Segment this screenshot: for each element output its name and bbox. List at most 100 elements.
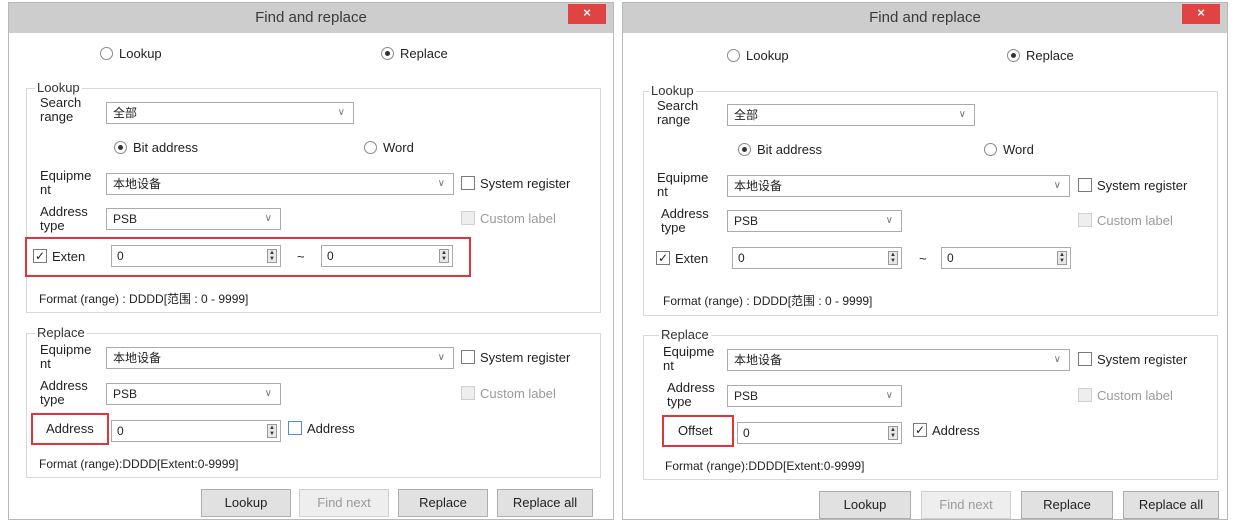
- chevron-down-icon: ∨: [885, 390, 893, 401]
- replace-equipment-label: Equipme nt: [40, 342, 92, 371]
- close-button[interactable]: ×: [1182, 4, 1220, 24]
- replace-address-value: 0: [117, 424, 124, 438]
- mode-replace-radio[interactable]: [381, 47, 394, 60]
- exten-to-stepper[interactable]: 0 ▲ ▼: [941, 247, 1071, 269]
- system-register-checkbox[interactable]: [461, 176, 475, 190]
- custom-label-checkbox[interactable]: [1078, 213, 1092, 227]
- exten-to-stepper[interactable]: 0 ▲ ▼: [321, 245, 453, 267]
- dialog-title: Find and replace: [869, 9, 981, 26]
- custom-label-text: Custom label: [1097, 213, 1173, 228]
- replace-address-type-select[interactable]: PSB ∨: [106, 383, 281, 405]
- chevron-down-icon: ∨: [437, 352, 445, 363]
- search-range-select[interactable]: 全部 ∨: [106, 102, 354, 124]
- dialog-titlebar: Find and replace: [9, 3, 613, 33]
- find-replace-dialog-right: Find and replace × Lookup Replace Lookup…: [622, 2, 1228, 520]
- address-type-label: Address type: [40, 204, 88, 233]
- search-range-select[interactable]: 全部 ∨: [727, 104, 975, 126]
- replace-custom-label-text: Custom label: [1097, 388, 1173, 403]
- equipment-label: Equipme nt: [40, 168, 92, 197]
- word-radio[interactable]: [364, 141, 377, 154]
- replace-address-check-label: Address: [307, 421, 355, 436]
- lookup-group-title: Lookup: [649, 83, 696, 98]
- search-range-label: Search range: [40, 95, 82, 124]
- chevron-down-icon: ∨: [1053, 180, 1061, 191]
- spin-arrows-icon[interactable]: ▲ ▼: [1057, 251, 1067, 265]
- replace-address-label: Address: [46, 421, 94, 436]
- replace-format-text: Format (range):DDDD[Extent:0-9999]: [39, 457, 239, 471]
- spin-arrows-icon[interactable]: ▲ ▼: [888, 426, 898, 440]
- custom-label-text: Custom label: [480, 211, 556, 226]
- spin-arrows-icon[interactable]: ▲ ▼: [888, 251, 898, 265]
- replace-equipment-value: 本地设备: [734, 353, 783, 367]
- address-type-label: Address type: [661, 206, 709, 235]
- replace-address-type-select[interactable]: PSB ∨: [727, 385, 902, 407]
- replace-format-text: Format (range):DDDD[Extent:0-9999]: [665, 459, 865, 473]
- replace-address-stepper[interactable]: 0 ▲ ▼: [111, 420, 281, 442]
- equipment-label: Equipme nt: [657, 170, 709, 199]
- equipment-value: 本地设备: [113, 177, 162, 191]
- replace-offset-value: 0: [743, 426, 750, 440]
- replace-all-button[interactable]: Replace all: [497, 489, 593, 517]
- chevron-down-icon: ∨: [885, 215, 893, 226]
- mode-replace-label: Replace: [1026, 48, 1074, 63]
- replace-equipment-value: 本地设备: [113, 351, 162, 365]
- exten-from-value: 0: [117, 249, 124, 263]
- mode-lookup-radio[interactable]: [100, 47, 113, 60]
- lookup-format-text: Format (range) : DDDD[范围 : 0 - 9999]: [663, 294, 873, 308]
- search-range-value: 全部: [734, 108, 759, 122]
- exten-checkbox[interactable]: ✓: [33, 249, 47, 263]
- replace-system-register-checkbox[interactable]: [1078, 352, 1092, 366]
- replace-custom-label-checkbox[interactable]: [1078, 388, 1092, 402]
- replace-equipment-label: Equipme nt: [663, 344, 715, 373]
- chevron-down-icon: ∨: [437, 178, 445, 189]
- replace-group-title: Replace: [35, 325, 87, 340]
- replace-address-checkbox[interactable]: [288, 421, 302, 435]
- equipment-select[interactable]: 本地设备 ∨: [727, 175, 1070, 197]
- chevron-down-icon: ∨: [264, 388, 272, 399]
- mode-lookup-radio[interactable]: [727, 49, 740, 62]
- spin-arrows-icon[interactable]: ▲ ▼: [267, 424, 277, 438]
- find-replace-dialog-left: Find and replace × Lookup Replace Lookup…: [8, 2, 614, 520]
- replace-equipment-select[interactable]: 本地设备 ∨: [727, 349, 1070, 371]
- replace-address-type-value: PSB: [113, 387, 138, 401]
- exten-checkbox[interactable]: ✓: [656, 251, 670, 265]
- range-tilde: ~: [919, 251, 927, 266]
- bit-address-radio[interactable]: [114, 141, 127, 154]
- find-next-button[interactable]: Find next: [921, 491, 1011, 519]
- exten-from-stepper[interactable]: 0 ▲ ▼: [732, 247, 902, 269]
- bit-address-label: Bit address: [133, 140, 199, 155]
- replace-address-checkbox[interactable]: ✓: [913, 423, 927, 437]
- address-type-select[interactable]: PSB ∨: [106, 208, 281, 230]
- close-button[interactable]: ×: [568, 4, 606, 24]
- exten-label: Exten: [52, 249, 86, 264]
- bit-address-radio[interactable]: [738, 143, 751, 156]
- lookup-button[interactable]: Lookup: [201, 489, 291, 517]
- chevron-down-icon: ∨: [958, 109, 966, 120]
- close-icon: ×: [583, 5, 591, 20]
- mode-replace-radio[interactable]: [1007, 49, 1020, 62]
- spin-arrows-icon[interactable]: ▲ ▼: [439, 249, 449, 263]
- spin-arrows-icon[interactable]: ▲ ▼: [267, 249, 277, 263]
- replace-system-register-checkbox[interactable]: [461, 350, 475, 364]
- replace-offset-stepper[interactable]: 0 ▲ ▼: [737, 422, 902, 444]
- lookup-button[interactable]: Lookup: [819, 491, 911, 519]
- replace-custom-label-checkbox[interactable]: [461, 386, 475, 400]
- exten-from-stepper[interactable]: 0 ▲ ▼: [111, 245, 281, 267]
- lookup-group-title: Lookup: [35, 80, 82, 95]
- replace-button[interactable]: Replace: [398, 489, 488, 517]
- system-register-label: System register: [1097, 178, 1188, 193]
- equipment-select[interactable]: 本地设备 ∨: [106, 173, 454, 195]
- range-tilde: ~: [297, 249, 305, 264]
- replace-equipment-select[interactable]: 本地设备 ∨: [106, 347, 454, 369]
- replace-all-button[interactable]: Replace all: [1123, 491, 1219, 519]
- replace-button[interactable]: Replace: [1021, 491, 1113, 519]
- find-next-button[interactable]: Find next: [299, 489, 389, 517]
- chevron-down-icon: ∨: [337, 107, 345, 118]
- lookup-format-text: Format (range) : DDDD[范围 : 0 - 9999]: [39, 292, 249, 306]
- system-register-checkbox[interactable]: [1078, 178, 1092, 192]
- address-type-select[interactable]: PSB ∨: [727, 210, 902, 232]
- dialog-title: Find and replace: [255, 9, 367, 26]
- word-radio[interactable]: [984, 143, 997, 156]
- replace-offset-label: Offset: [678, 423, 713, 438]
- custom-label-checkbox[interactable]: [461, 211, 475, 225]
